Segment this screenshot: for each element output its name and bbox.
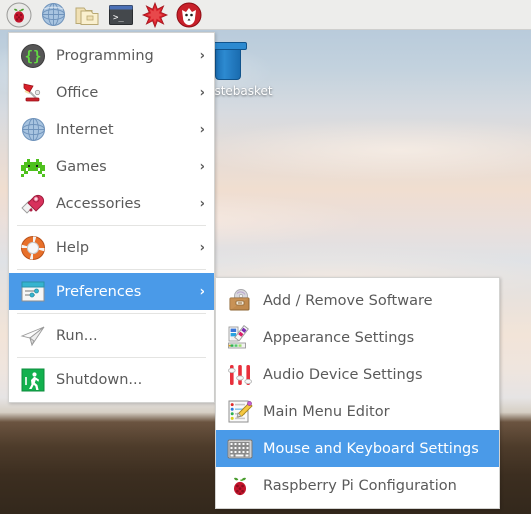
chevron-right-icon: › xyxy=(199,159,205,174)
web-browser-button[interactable] xyxy=(38,1,68,29)
menu-item-label: Help xyxy=(56,239,90,256)
globe-icon xyxy=(19,116,47,144)
chevron-right-icon: › xyxy=(199,196,205,211)
chevron-right-icon: › xyxy=(199,85,205,100)
menu-separator xyxy=(17,269,206,270)
wastebasket-icon xyxy=(213,42,247,80)
submenu-item-audio-device-settings[interactable]: Audio Device Settings xyxy=(216,356,499,393)
desk-lamp-icon xyxy=(19,79,47,107)
color-palette-icon xyxy=(226,324,254,352)
paper-plane-icon xyxy=(19,322,47,350)
menu-item-shutdown[interactable]: Shutdown... xyxy=(9,361,214,398)
space-invader-icon xyxy=(19,153,47,181)
chevron-right-icon: › xyxy=(199,284,205,299)
submenu-item-label: Audio Device Settings xyxy=(263,366,423,383)
submenu-item-label: Main Menu Editor xyxy=(263,403,390,420)
raspberry-icon xyxy=(226,472,254,500)
submenu-item-label: Appearance Settings xyxy=(263,329,415,346)
menu-item-label: Run... xyxy=(56,327,98,344)
submenu-item-add-remove-software[interactable]: Add / Remove Software xyxy=(216,282,499,319)
menu-item-games[interactable]: Games › xyxy=(9,148,214,185)
menu-item-office[interactable]: Office › xyxy=(9,74,214,111)
audio-sliders-icon xyxy=(226,361,254,389)
chevron-right-icon: › xyxy=(199,240,205,255)
braces-icon: {} xyxy=(19,42,47,70)
menu-item-run[interactable]: Run... xyxy=(9,317,214,354)
submenu-item-label: Add / Remove Software xyxy=(263,292,433,309)
folder-icon xyxy=(75,7,99,25)
menu-separator xyxy=(17,225,206,226)
main-application-menu: {} Programming › Office › Internet › Gam… xyxy=(8,32,215,403)
menu-item-label: Games xyxy=(56,158,107,175)
terminal-icon: >_ xyxy=(109,4,133,25)
svg-text:{}: {} xyxy=(25,49,42,65)
life-ring-icon xyxy=(19,234,47,262)
wolfram-fox-icon xyxy=(176,2,202,27)
menu-item-label: Shutdown... xyxy=(56,371,143,388)
menu-item-label: Accessories xyxy=(56,195,141,212)
menu-separator xyxy=(17,313,206,314)
menu-item-label: Office xyxy=(56,84,99,101)
menu-item-label: Internet xyxy=(56,121,114,138)
chevron-right-icon: › xyxy=(199,122,205,137)
mathematica-star-icon xyxy=(141,1,169,28)
sliders-window-icon xyxy=(19,278,47,306)
menu-item-label: Programming xyxy=(56,47,154,64)
terminal-button[interactable]: >_ xyxy=(106,1,136,29)
keyboard-icon xyxy=(226,435,254,463)
submenu-item-label: Raspberry Pi Configuration xyxy=(263,477,457,494)
raspberry-pi-menu-button[interactable] xyxy=(4,1,34,29)
wolfram-button[interactable] xyxy=(174,1,204,29)
svg-text:>_: >_ xyxy=(113,13,124,23)
submenu-item-mouse-and-keyboard-settings[interactable]: Mouse and Keyboard Settings xyxy=(216,430,499,467)
chevron-right-icon: › xyxy=(199,48,205,63)
menu-item-internet[interactable]: Internet › xyxy=(9,111,214,148)
submenu-item-label: Mouse and Keyboard Settings xyxy=(263,440,479,457)
menu-item-preferences[interactable]: Preferences › xyxy=(9,273,214,310)
pocket-knife-icon xyxy=(19,190,47,218)
menu-item-help[interactable]: Help › xyxy=(9,229,214,266)
raspberry-icon xyxy=(6,2,32,27)
mathematica-button[interactable] xyxy=(140,1,170,29)
preferences-submenu: Add / Remove Software Appearance Setting… xyxy=(215,277,500,509)
software-briefcase-icon xyxy=(226,287,254,315)
menu-separator xyxy=(17,357,206,358)
menu-item-label: Preferences xyxy=(56,283,142,300)
menu-editor-icon xyxy=(226,398,254,426)
menu-item-accessories[interactable]: Accessories › xyxy=(9,185,214,222)
submenu-item-raspberry-pi-configuration[interactable]: Raspberry Pi Configuration xyxy=(216,467,499,504)
exit-runner-icon xyxy=(19,366,47,394)
taskbar: >_ xyxy=(0,0,531,30)
file-manager-button[interactable] xyxy=(72,1,102,29)
globe-icon xyxy=(41,3,65,26)
menu-item-programming[interactable]: {} Programming › xyxy=(9,37,214,74)
submenu-item-appearance-settings[interactable]: Appearance Settings xyxy=(216,319,499,356)
submenu-item-main-menu-editor[interactable]: Main Menu Editor xyxy=(216,393,499,430)
